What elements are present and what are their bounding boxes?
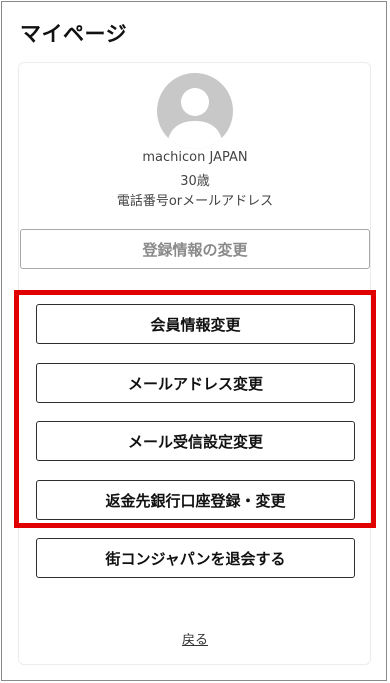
user-avatar-icon — [157, 73, 233, 149]
email-change-button[interactable]: メールアドレス変更 — [36, 363, 355, 403]
profile-name: machicon JAPAN — [142, 150, 248, 165]
edit-registration-button[interactable]: 登録情報の変更 — [20, 229, 370, 269]
member-info-change-button[interactable]: 会員情報変更 — [36, 304, 355, 344]
withdraw-button[interactable]: 街コンジャパンを退会する — [36, 538, 355, 578]
profile-contact: 電話番号orメールアドレス — [116, 194, 274, 209]
refund-account-button[interactable]: 返金先銀行口座登録・変更 — [36, 480, 355, 520]
mail-settings-change-button[interactable]: メール受信設定変更 — [36, 421, 355, 461]
back-link[interactable]: 戻る — [0, 629, 390, 648]
profile-age: 30歳 — [180, 174, 210, 189]
page-title: マイページ — [20, 22, 128, 46]
